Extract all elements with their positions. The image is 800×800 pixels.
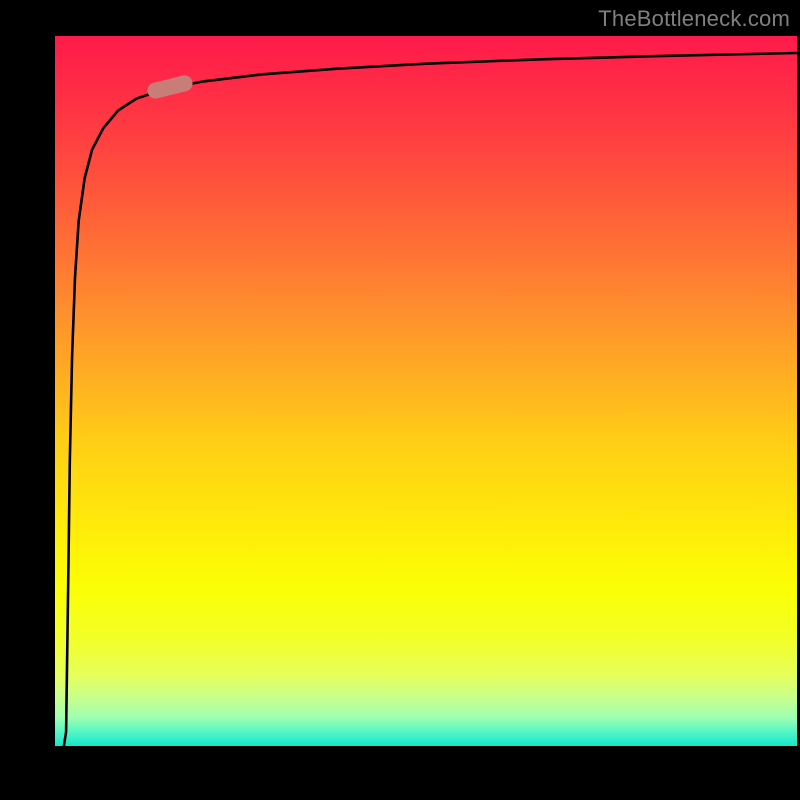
plot-area: [55, 36, 797, 746]
watermark-text: TheBottleneck.com: [598, 6, 790, 32]
curve-svg: [55, 36, 797, 746]
curve-path: [64, 53, 797, 746]
